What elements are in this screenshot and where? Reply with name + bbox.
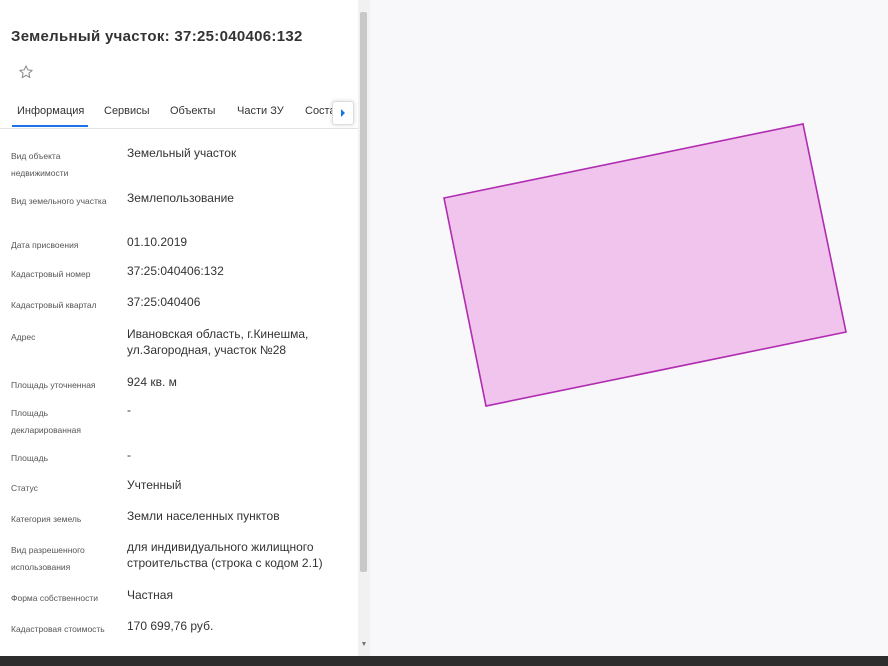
tab-bar: Информация Сервисы Объекты Части ЗУ Сост…: [0, 98, 358, 129]
tab-information[interactable]: Информация: [11, 105, 89, 127]
tab-objects[interactable]: Объекты: [170, 105, 215, 117]
field-label: Форма собственности: [11, 593, 98, 603]
page-title: Земельный участок: 37:25:040406:132: [11, 28, 303, 45]
field-value: 924 кв. м: [127, 375, 177, 389]
field-label: Статус: [11, 483, 38, 493]
field-label: Площадь декларированная: [11, 408, 81, 435]
field-label: Вид земельного участка: [11, 196, 107, 206]
tab-parts[interactable]: Части ЗУ: [237, 105, 284, 117]
favorite-button[interactable]: [12, 58, 40, 86]
panel-scrollbar[interactable]: ▼: [358, 0, 370, 656]
field-label: Вид объекта недвижимости: [11, 151, 69, 178]
tabs-scroll-right-button[interactable]: [332, 101, 354, 125]
field-value: Землепользование: [127, 191, 234, 205]
field-value: 01.10.2019: [127, 235, 188, 249]
field-value: Ивановская область, г.Кинешма, ул.Загоро…: [127, 327, 309, 357]
field-label: Кадастровая стоимость: [11, 624, 105, 634]
field-value: 37:25:040406: [127, 295, 201, 309]
field-value: -: [127, 448, 131, 462]
field-value: Частная: [127, 588, 173, 602]
field-value: для индивидуального жилищного строительс…: [127, 540, 323, 570]
field-value: -: [127, 403, 131, 417]
star-outline-icon: [19, 65, 33, 79]
scrollbar-thumb[interactable]: [360, 12, 367, 572]
land-parcel-polygon[interactable]: [443, 123, 847, 407]
field-value: 37:25:040406:132: [127, 264, 224, 278]
field-label: Дата присвоения: [11, 240, 79, 250]
field-value: Земельный участок: [127, 146, 237, 160]
field-label: Кадастровый квартал: [11, 300, 97, 310]
field-label: Вид разрешенного использования: [11, 545, 85, 572]
map-canvas[interactable]: [370, 0, 888, 656]
field-value: Земли населенных пунктов: [127, 509, 280, 523]
field-value: Учтенный: [127, 478, 182, 492]
field-label: Категория земель: [11, 514, 82, 524]
tab-services[interactable]: Сервисы: [104, 105, 150, 117]
bottom-bar: [0, 656, 888, 666]
scroll-down-arrow-icon[interactable]: ▼: [360, 641, 368, 649]
chevron-right-icon: [341, 109, 345, 117]
field-label: Площадь: [11, 453, 49, 463]
map-view[interactable]: [370, 0, 888, 656]
tab-composition[interactable]: Соста: [305, 105, 336, 117]
info-panel: Земельный участок: 37:25:040406:132 Инфо…: [0, 0, 358, 656]
field-label: Адрес: [11, 332, 36, 342]
field-label: Площадь уточненная: [11, 380, 96, 390]
field-label: Кадастровый номер: [11, 269, 91, 279]
field-value: 170 699,76 руб.: [127, 619, 214, 633]
